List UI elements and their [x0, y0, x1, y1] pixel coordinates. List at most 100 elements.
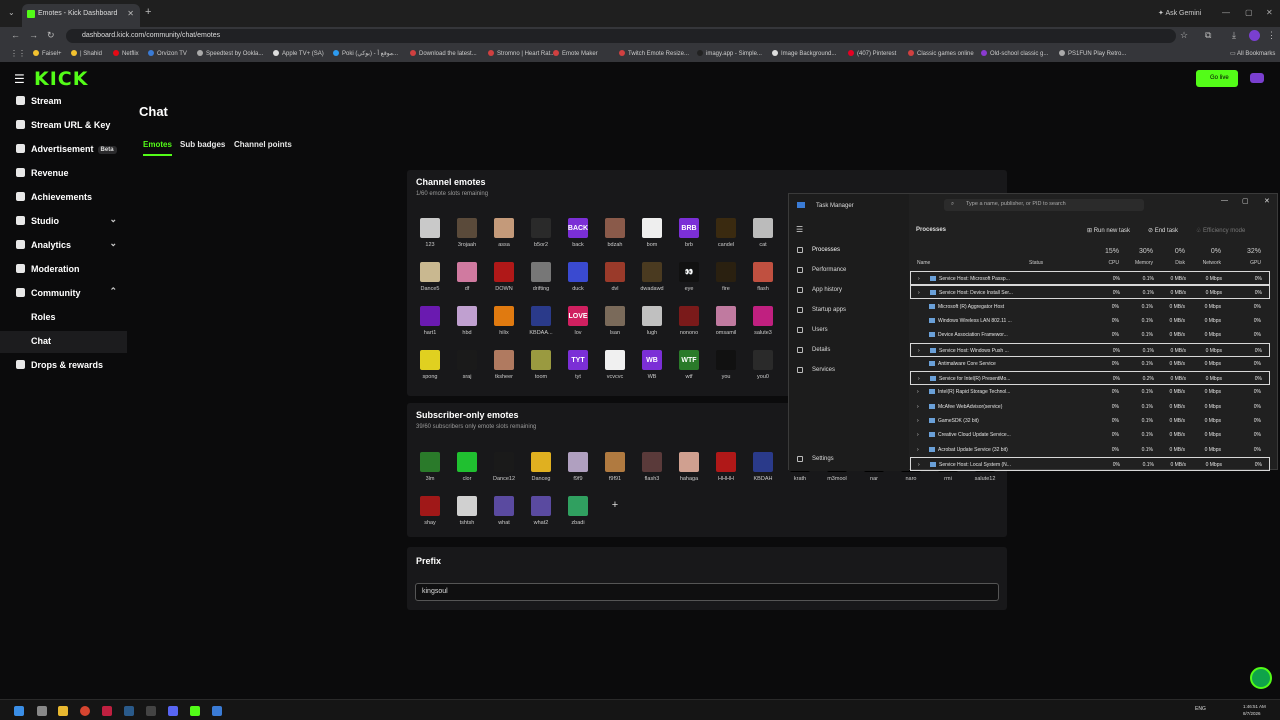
emote-item[interactable]: lsan [601, 306, 629, 336]
bookmark-item[interactable]: imagy.app - Simple... [697, 50, 762, 57]
steam-icon[interactable] [124, 706, 134, 716]
end-task-button[interactable]: ⊘ End task [1148, 227, 1178, 234]
emote-item[interactable]: 123 [416, 218, 444, 248]
ask-gemini-button[interactable]: ✦ Ask Gemini [1158, 9, 1201, 17]
tm-nav-item[interactable]: Performance [797, 267, 846, 273]
efficiency-mode-button[interactable]: ♧ Efficiency mode [1196, 227, 1245, 234]
emote-item[interactable]: candel [712, 218, 740, 248]
start-icon[interactable] [14, 706, 24, 716]
all-bookmarks[interactable]: ▭ All Bookmarks [1230, 50, 1275, 57]
reload-icon[interactable]: ↻ [47, 30, 55, 41]
bookmark-star-icon[interactable]: ☆ [1180, 30, 1188, 41]
emote-item[interactable]: Danceg [527, 452, 555, 482]
discord-icon[interactable] [168, 706, 178, 716]
emote-item[interactable]: flash [749, 262, 777, 292]
browser-menu-icon[interactable]: ⋮ [1267, 30, 1276, 41]
emote-item[interactable]: spong [416, 350, 444, 380]
emote-item[interactable]: sraj [453, 350, 481, 380]
process-search-input[interactable]: ⌕ Type a name, publisher, or PID to sear… [944, 199, 1144, 211]
emote-item[interactable]: KBDAH [749, 452, 777, 482]
col-status[interactable]: Status [1029, 260, 1043, 266]
sidebar-item[interactable]: Studio ⌄ [0, 211, 127, 233]
process-row[interactable]: › Acrobat Update Service (32 bit) 0% 0.1% 0 … [910, 443, 1270, 457]
emote-item[interactable]: dvl [601, 262, 629, 292]
sidebar-item[interactable]: Drops & rewards [0, 355, 127, 377]
bookmark-item[interactable]: Image Background... [772, 50, 836, 57]
tm-minimize-icon[interactable]: — [1221, 197, 1228, 204]
maximize-icon[interactable]: ▢ [1245, 8, 1253, 17]
emote-item[interactable]: DOWN [490, 262, 518, 292]
bookmark-item[interactable]: | Shahid [71, 50, 102, 57]
tm-close-icon[interactable]: ✕ [1264, 197, 1270, 205]
new-tab-icon[interactable]: + [145, 6, 151, 18]
sidebar-item[interactable]: Revenue [0, 163, 127, 185]
tm-nav-item[interactable]: App history [797, 287, 842, 293]
bookmark-item[interactable]: Twitch Emote Resize... [619, 50, 689, 57]
emote-item[interactable]: KBDAA... [527, 306, 555, 336]
emote-item[interactable]: 👀 eye [675, 262, 703, 292]
process-row[interactable]: Microsoft (R) Aggregator Host 0% 0.1% 0 MB/… [910, 300, 1270, 314]
emote-item[interactable]: Dance12 [490, 452, 518, 482]
emote-item[interactable]: nonono [675, 306, 703, 336]
expand-chevron-icon[interactable]: › [918, 276, 920, 282]
process-row[interactable]: › Service for Intel(R) PresentMo... 0% 0.2%… [910, 371, 1270, 386]
bookmark-item[interactable]: Netflix [113, 50, 139, 57]
user-avatar[interactable] [1250, 73, 1264, 83]
emote-item[interactable]: drifting [527, 262, 555, 292]
emote-item[interactable]: BRB brb [675, 218, 703, 248]
col-disk[interactable]: Disk [1169, 260, 1185, 266]
sidebar-item[interactable]: Chat [0, 331, 127, 353]
emote-item[interactable]: clor [453, 452, 481, 482]
emote-item[interactable]: you0 [749, 350, 777, 380]
tm-nav-item[interactable]: Users [797, 327, 828, 333]
process-row[interactable]: › Creative Cloud Update Service... 0% 0.1% 0… [910, 428, 1270, 442]
emote-item[interactable]: WB WB [638, 350, 666, 380]
bookmark-item[interactable]: Apple TV+ (SA) [273, 50, 324, 57]
download-icon[interactable]: ⤓ [1232, 30, 1236, 41]
emote-item[interactable]: Dance5 [416, 262, 444, 292]
bookmark-item[interactable]: Download the latest... [410, 50, 477, 57]
emote-item[interactable]: 3lm [416, 452, 444, 482]
run-new-task-button[interactable]: ⊞ Run new task [1087, 227, 1130, 234]
emote-item[interactable]: what [490, 496, 518, 526]
sidebar-item[interactable]: Achievements [0, 187, 127, 209]
emote-item[interactable]: hahaga [675, 452, 703, 482]
tm-nav-item[interactable]: Details [797, 347, 830, 353]
tm-maximize-icon[interactable]: ▢ [1242, 197, 1249, 205]
expand-chevron-icon[interactable]: › [918, 290, 920, 296]
prefix-input[interactable]: kingsoul [415, 583, 999, 601]
task-manager-taskbar-icon[interactable] [212, 706, 222, 716]
sidebar-item[interactable]: Advertisement Beta [0, 139, 127, 161]
sidebar-item[interactable]: Moderation [0, 259, 127, 281]
expand-chevron-icon[interactable]: › [917, 389, 919, 395]
emote-item[interactable]: what2 [527, 496, 555, 526]
bookmark-item[interactable]: Old-school classic g... [981, 50, 1048, 57]
add-emote-button[interactable]: + [603, 499, 627, 519]
hamburger-menu-icon[interactable]: ☰ [14, 72, 25, 86]
go-live-button[interactable]: Go live [1196, 70, 1238, 87]
floating-chat-button[interactable] [1250, 667, 1272, 689]
emote-item[interactable]: omsamil [712, 306, 740, 336]
expand-chevron-icon[interactable]: › [918, 348, 920, 354]
emote-item[interactable]: you [712, 350, 740, 380]
col-network[interactable]: Network [1197, 260, 1221, 266]
bookmark-item[interactable]: Speedtest by Ookla... [197, 50, 263, 57]
sidebar-item[interactable]: Stream [0, 91, 127, 113]
emote-item[interactable]: hilix [490, 306, 518, 336]
bookmark-item[interactable]: (407) Pinterest [848, 50, 896, 57]
clock-date[interactable]: 8/7/2026 [1243, 711, 1261, 716]
process-row[interactable]: Antimalware Core Service 0% 0.1% 0 MB/s 0 Mb… [910, 357, 1270, 371]
emote-item[interactable]: salute3 [749, 306, 777, 336]
tab-sub-badges[interactable]: Sub badges [180, 140, 225, 149]
chrome-icon[interactable] [80, 706, 90, 716]
emote-item[interactable]: LOVE lov [564, 306, 592, 336]
expand-chevron-icon[interactable]: › [917, 447, 919, 453]
process-row[interactable]: › Service Host: Local System (N... 0% 0.1% 0… [910, 456, 1270, 471]
process-row[interactable]: › Service Host: Windows Push ... 0% 0.1% 0 M… [910, 342, 1270, 357]
emote-item[interactable]: tshtsh [453, 496, 481, 526]
expand-chevron-icon[interactable]: › [918, 376, 920, 382]
back-icon[interactable]: ← [11, 30, 20, 40]
emote-item[interactable]: fire [712, 262, 740, 292]
bookmark-item[interactable]: Classic games online [908, 50, 974, 57]
kick-logo[interactable]: KICK [34, 68, 88, 90]
